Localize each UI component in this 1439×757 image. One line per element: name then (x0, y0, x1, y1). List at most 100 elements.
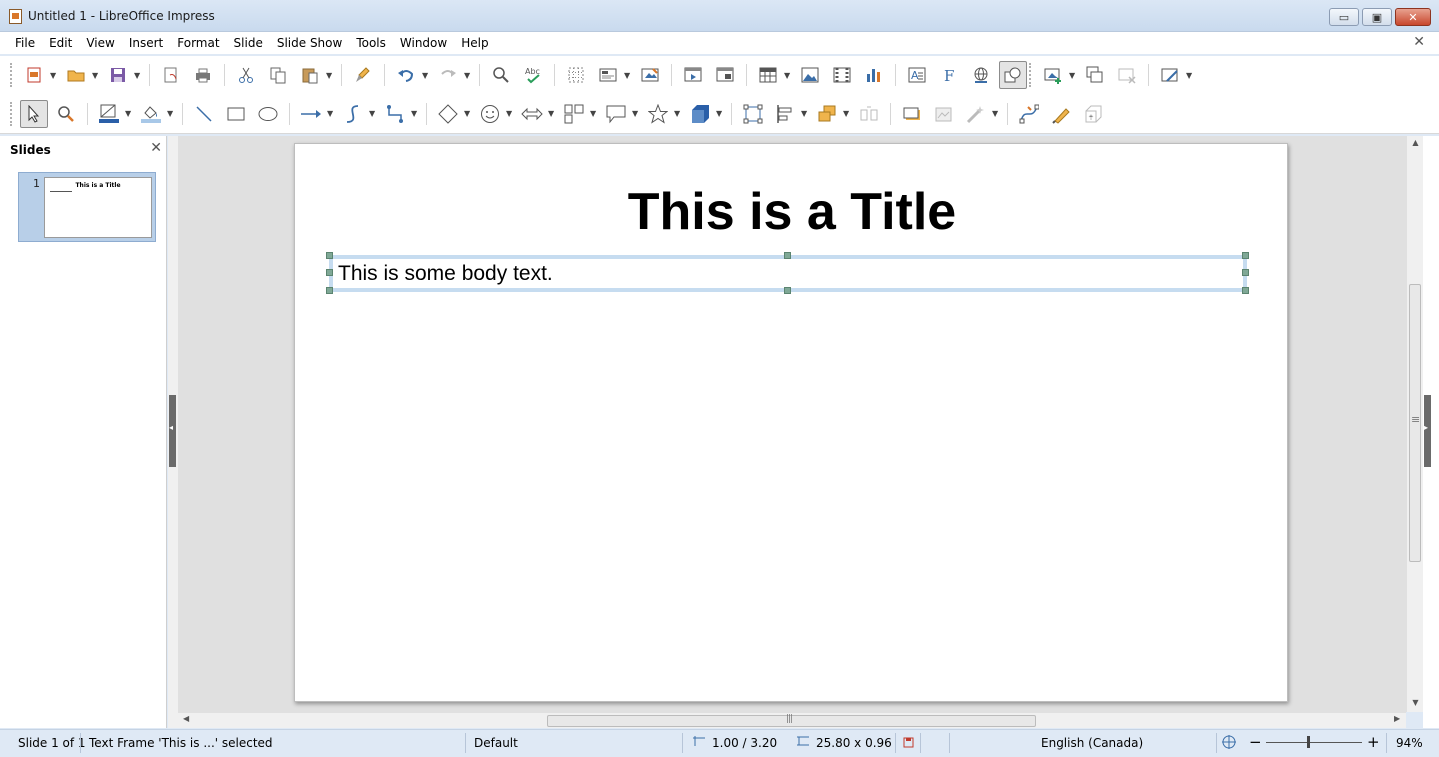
toolbar-grip[interactable] (10, 101, 14, 126)
language-status[interactable]: English (Canada) (1041, 736, 1143, 750)
rectangle-button[interactable] (222, 100, 250, 128)
menu-tools[interactable]: Tools (349, 36, 393, 50)
maximize-button[interactable]: ▣ (1362, 8, 1392, 26)
symbol-shapes-button[interactable] (476, 100, 504, 128)
paste-button[interactable] (296, 61, 324, 89)
resize-handle-bottom-left[interactable] (326, 287, 333, 294)
slide-workspace[interactable]: This is a Title This is some body text. (178, 136, 1406, 712)
symbol-shapes-dropdown-icon[interactable]: ▼ (506, 109, 514, 118)
draw-functions-button[interactable] (999, 61, 1027, 89)
close-pane-icon[interactable]: ✕ (150, 140, 162, 156)
3d-objects-dropdown-icon[interactable]: ▼ (716, 109, 724, 118)
redo-button[interactable] (434, 61, 462, 89)
table-dropdown-icon[interactable]: ▼ (784, 71, 792, 80)
sidebar-expand-handle[interactable] (1424, 395, 1431, 467)
resize-handle-right[interactable] (1242, 269, 1249, 276)
open-dropdown-icon[interactable]: ▼ (92, 71, 100, 80)
flowchart-button[interactable] (560, 100, 588, 128)
flowchart-dropdown-icon[interactable]: ▼ (590, 109, 598, 118)
toggle-extrusion-button[interactable] (1079, 100, 1107, 128)
new-dropdown-icon[interactable]: ▼ (50, 71, 58, 80)
insert-table-button[interactable] (754, 61, 782, 89)
filter-button[interactable] (962, 100, 990, 128)
slide-properties-button[interactable] (1156, 61, 1184, 89)
basic-shapes-button[interactable] (434, 100, 462, 128)
slide-thumbnail-1[interactable]: 1 This is a Title (18, 172, 156, 242)
curve-button[interactable] (339, 100, 367, 128)
display-views-button[interactable] (594, 61, 622, 89)
menu-slide[interactable]: Slide (227, 36, 270, 50)
line-color-button[interactable] (95, 100, 123, 128)
menu-slide-show[interactable]: Slide Show (270, 36, 349, 50)
print-button[interactable] (189, 61, 217, 89)
zoom-level[interactable]: 94% (1396, 736, 1423, 750)
curve-dropdown-icon[interactable]: ▼ (369, 109, 377, 118)
start-slideshow-button[interactable] (679, 61, 707, 89)
zoom-pan-button[interactable] (52, 100, 80, 128)
slides-pane-splitter[interactable] (168, 136, 178, 728)
arrange-dropdown-icon[interactable]: ▼ (843, 109, 851, 118)
undo-button[interactable] (392, 61, 420, 89)
scroll-left-icon[interactable]: ◀ (183, 714, 189, 723)
grid-button[interactable] (562, 61, 590, 89)
points-button[interactable] (1015, 100, 1043, 128)
toolbar-grip[interactable] (1029, 63, 1033, 87)
resize-handle-top-right[interactable] (1242, 252, 1249, 259)
ellipse-button[interactable] (254, 100, 282, 128)
paste-dropdown-icon[interactable]: ▼ (326, 71, 334, 80)
resize-handle-bottom-right[interactable] (1242, 287, 1249, 294)
insert-image-button[interactable] (796, 61, 824, 89)
fill-color-dropdown-icon[interactable]: ▼ (167, 109, 175, 118)
undo-dropdown-icon[interactable]: ▼ (422, 71, 430, 80)
menu-view[interactable]: View (79, 36, 121, 50)
insert-media-button[interactable] (828, 61, 856, 89)
vertical-scroll-thumb[interactable] (1409, 284, 1421, 562)
new-slide-dropdown-icon[interactable]: ▼ (1069, 71, 1077, 80)
zoom-out-button[interactable]: − (1249, 733, 1262, 751)
cut-button[interactable] (232, 61, 260, 89)
export-pdf-button[interactable] (157, 61, 185, 89)
save-button[interactable] (104, 61, 132, 89)
close-document-icon[interactable]: ✕ (1413, 34, 1425, 50)
scroll-right-icon[interactable]: ▶ (1394, 714, 1400, 723)
horizontal-scrollbar[interactable]: ◀ ▶ (178, 712, 1406, 728)
find-replace-button[interactable] (487, 61, 515, 89)
vertical-scrollbar[interactable]: ▲ ▼ (1406, 136, 1423, 712)
menu-format[interactable]: Format (170, 36, 226, 50)
crop-button[interactable] (930, 100, 958, 128)
menu-edit[interactable]: Edit (42, 36, 79, 50)
resize-handle-left[interactable] (326, 269, 333, 276)
callouts-dropdown-icon[interactable]: ▼ (632, 109, 640, 118)
shadow-button[interactable] (898, 100, 926, 128)
toolbar-grip[interactable] (10, 63, 14, 87)
fill-color-button[interactable] (137, 100, 165, 128)
insert-textbox-button[interactable]: A (903, 61, 931, 89)
distribute-button[interactable] (855, 100, 883, 128)
new-slide-button[interactable] (1039, 61, 1067, 89)
scroll-down-icon[interactable]: ▼ (1407, 698, 1424, 707)
slide-properties-dropdown-icon[interactable]: ▼ (1186, 71, 1194, 80)
spelling-button[interactable]: Abc (519, 61, 547, 89)
rotate-button[interactable] (739, 100, 767, 128)
slide-thumbnail-preview[interactable]: This is a Title (44, 177, 152, 238)
select-button[interactable] (20, 99, 48, 128)
zoom-page-icon[interactable] (1221, 734, 1237, 750)
connector-button[interactable] (381, 100, 409, 128)
block-arrows-button[interactable] (518, 100, 546, 128)
redo-dropdown-icon[interactable]: ▼ (464, 71, 472, 80)
align-button[interactable] (771, 100, 799, 128)
horizontal-scroll-thumb[interactable] (547, 714, 1036, 727)
arrange-button[interactable] (813, 100, 841, 128)
copy-button[interactable] (264, 61, 292, 89)
fontwork-button[interactable]: F (935, 61, 963, 89)
collapse-pane-handle[interactable] (169, 395, 176, 467)
zoom-slider-track[interactable] (1266, 742, 1362, 743)
resize-handle-top-left[interactable] (326, 252, 333, 259)
stars-dropdown-icon[interactable]: ▼ (674, 109, 682, 118)
arrow-button[interactable] (297, 100, 325, 128)
resize-handle-bottom[interactable] (784, 287, 791, 294)
align-dropdown-icon[interactable]: ▼ (801, 109, 809, 118)
slide-title[interactable]: This is a Title (295, 182, 1289, 242)
glue-points-button[interactable] (1047, 100, 1075, 128)
menu-insert[interactable]: Insert (122, 36, 170, 50)
